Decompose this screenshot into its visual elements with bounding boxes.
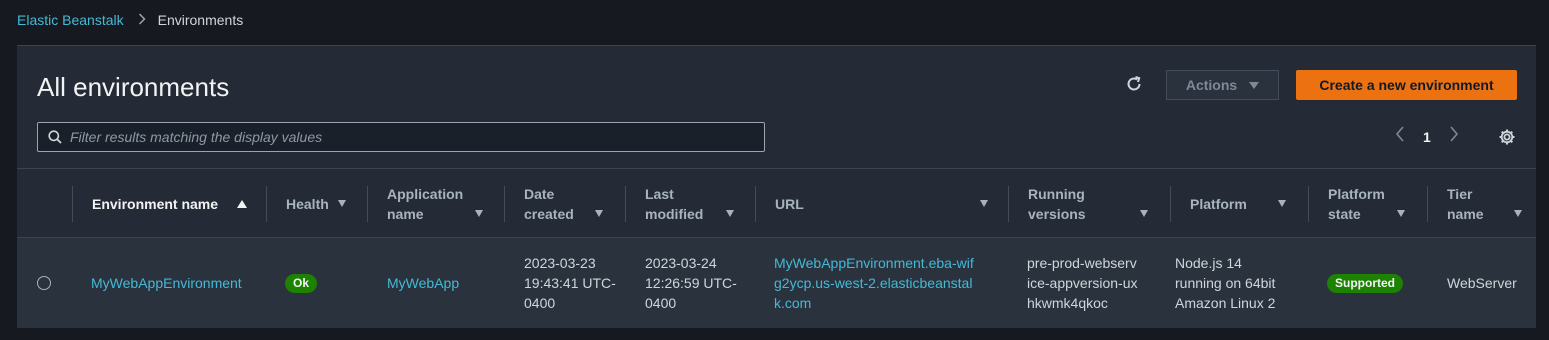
page-title: All environments [37, 72, 230, 102]
column-header-tier-name[interactable]: Tier name [1427, 169, 1536, 239]
date-created-cell: 2023-03-23 19:43:41 UTC-0400 [524, 255, 616, 311]
sort-down-icon [1514, 210, 1522, 217]
caret-down-icon [1249, 81, 1260, 89]
url-link[interactable]: MyWebAppEnvironment.eba-wifg2ycp.us-west… [774, 238, 979, 328]
filter-input[interactable] [70, 129, 764, 145]
actions-label: Actions [1185, 77, 1238, 93]
status-badge: Supported [1327, 273, 1403, 293]
column-label: Environment name [92, 196, 219, 212]
column-header-running-versions[interactable]: Running versions [1008, 169, 1170, 239]
sort-down-icon [980, 200, 988, 207]
chevron-right-icon [138, 12, 146, 28]
column-label: Health [286, 196, 329, 212]
table-settings-button[interactable] [1496, 126, 1518, 148]
sort-down-icon [475, 210, 483, 217]
environments-panel: All environments Actions Create a new en… [17, 45, 1536, 328]
column-header-platform[interactable]: Platform [1170, 169, 1308, 239]
refresh-button[interactable] [1122, 72, 1146, 96]
column-label: Date created [524, 186, 574, 222]
column-label: Application name [387, 186, 464, 222]
environment-name-link[interactable]: MyWebAppEnvironment [91, 238, 266, 328]
current-page[interactable]: 1 [1423, 129, 1431, 145]
pagination: 1 [1395, 126, 1459, 147]
platform-cell: Node.js 14 running on 64bit Amazon Linux… [1175, 255, 1276, 311]
sort-down-icon [595, 210, 603, 217]
sort-down-icon [726, 210, 734, 217]
column-label: Platform [1190, 196, 1247, 212]
last-modified-cell: 2023-03-24 12:26:59 UTC-0400 [645, 255, 737, 311]
running-versions-cell: pre-prod-webservice-appversion-uxhkwmk4q… [1027, 255, 1138, 311]
sort-down-icon [1140, 210, 1148, 217]
column-label: Last modified [645, 186, 704, 222]
create-environment-button[interactable]: Create a new environment [1296, 70, 1517, 100]
chevron-left-icon[interactable] [1395, 126, 1405, 147]
table-header: Environment name Health Application name… [17, 168, 1536, 238]
column-header-url[interactable]: URL [755, 169, 1008, 239]
column-header-date-created[interactable]: Date created [504, 169, 625, 239]
chevron-right-icon[interactable] [1449, 126, 1459, 147]
sort-down-icon [1397, 210, 1405, 217]
column-header-application-name[interactable]: Application name [367, 169, 504, 239]
breadcrumb-elastic-beanstalk[interactable]: Elastic Beanstalk [17, 12, 124, 28]
column-label: Tier name [1447, 186, 1484, 222]
breadcrumb-environments: Environments [157, 12, 244, 28]
column-label: URL [775, 196, 804, 212]
column-header-platform-state[interactable]: Platform state [1308, 169, 1427, 239]
sort-down-icon [1278, 200, 1286, 207]
gear-icon [1499, 129, 1515, 145]
tier-name-cell: WebServer [1447, 275, 1517, 291]
refresh-icon [1127, 76, 1141, 91]
search-icon [48, 130, 62, 144]
status-badge: Ok [285, 273, 318, 293]
application-name-link[interactable]: MyWebApp [387, 238, 497, 328]
sort-down-icon [338, 200, 346, 207]
column-label: Running versions [1028, 186, 1086, 222]
actions-button[interactable]: Actions [1166, 70, 1279, 100]
column-header-last-modified[interactable]: Last modified [625, 169, 755, 239]
filter-field[interactable] [37, 122, 765, 152]
row-select-cell [37, 238, 57, 328]
sort-ascending-icon [237, 200, 247, 208]
platform-state-cell: Supported [1327, 238, 1422, 328]
health-cell: Ok [285, 238, 365, 328]
radio-icon[interactable] [37, 276, 51, 290]
column-header-health[interactable]: Health [266, 169, 367, 239]
column-label: Platform state [1328, 186, 1385, 222]
breadcrumb: Elastic Beanstalk Environments [17, 11, 243, 29]
column-header-environment-name[interactable]: Environment name [72, 169, 266, 239]
table-row[interactable]: MyWebAppEnvironment Ok MyWebApp 2023-03-… [17, 238, 1536, 328]
